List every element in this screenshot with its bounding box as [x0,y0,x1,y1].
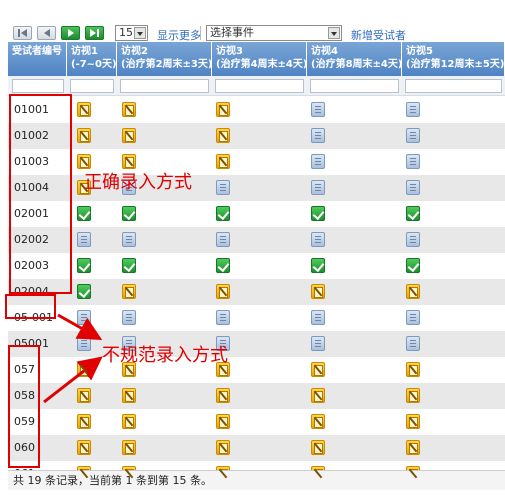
arrow-to-incorrect-upper [57,313,103,340]
annotation-arrows [43,313,103,404]
arrow-to-incorrect-lower [43,356,103,404]
